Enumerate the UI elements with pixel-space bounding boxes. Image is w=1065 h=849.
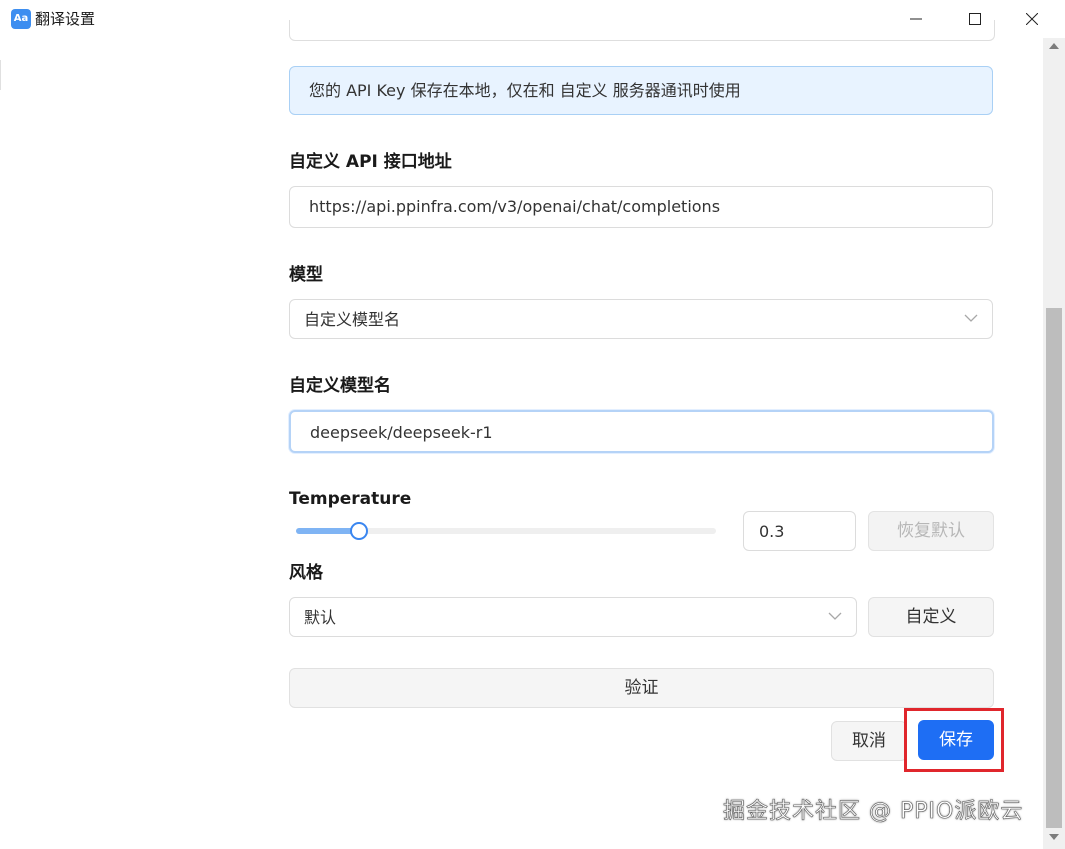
custom-style-label: 自定义 — [905, 607, 957, 627]
style-label: 风格 — [289, 563, 323, 583]
save-highlight-annotation — [904, 708, 1004, 772]
model-label: 模型 — [289, 265, 323, 285]
temperature-slider[interactable] — [296, 522, 716, 540]
info-banner: 您的 API Key 保存在本地，仅在和 自定义 服务器通讯时使用 — [289, 66, 993, 115]
cancel-button[interactable]: 取消 — [831, 721, 907, 761]
custom-model-input[interactable]: deepseek/deepseek-r1 — [289, 410, 994, 453]
reset-default-label: 恢复默认 — [897, 521, 965, 541]
custom-model-value: deepseek/deepseek-r1 — [310, 423, 493, 442]
window-edge — [0, 60, 3, 90]
verify-label: 验证 — [624, 678, 659, 698]
model-selected-value: 自定义模型名 — [304, 310, 401, 329]
cancel-label: 取消 — [852, 731, 886, 751]
chevron-down-icon — [828, 612, 842, 620]
api-endpoint-input[interactable]: https://api.ppinfra.com/v3/openai/chat/c… — [289, 186, 993, 228]
reset-default-button[interactable]: 恢复默认 — [868, 511, 994, 551]
app-icon: Aa — [11, 9, 31, 29]
style-select[interactable]: 默认 — [289, 597, 857, 637]
temperature-slider-thumb[interactable] — [350, 522, 368, 540]
api-endpoint-value: https://api.ppinfra.com/v3/openai/chat/c… — [309, 197, 721, 216]
scroll-thumb[interactable] — [1046, 308, 1062, 828]
window-title: 翻译设置 — [35, 10, 96, 28]
api-key-field-partial[interactable] — [289, 20, 995, 41]
close-icon — [1026, 13, 1038, 25]
temperature-input[interactable]: 0.3 — [743, 511, 856, 551]
model-select[interactable]: 自定义模型名 — [289, 299, 993, 339]
chevron-down-icon — [964, 314, 978, 322]
temperature-label: Temperature — [289, 489, 412, 509]
api-endpoint-label: 自定义 API 接口地址 — [289, 152, 452, 172]
custom-style-button[interactable]: 自定义 — [868, 597, 994, 637]
temperature-value: 0.3 — [759, 522, 785, 541]
vertical-scrollbar[interactable] — [1043, 38, 1065, 849]
info-text: 您的 API Key 保存在本地，仅在和 自定义 服务器通讯时使用 — [309, 81, 741, 100]
scroll-up-arrow-icon[interactable] — [1049, 43, 1059, 49]
scroll-down-arrow-icon[interactable] — [1049, 834, 1059, 840]
watermark: 掘金技术社区 @ PPIO派欧云 — [723, 799, 1024, 825]
style-selected-value: 默认 — [304, 608, 337, 627]
custom-model-label: 自定义模型名 — [289, 376, 391, 396]
verify-button[interactable]: 验证 — [289, 668, 994, 708]
close-button[interactable] — [1009, 0, 1055, 38]
